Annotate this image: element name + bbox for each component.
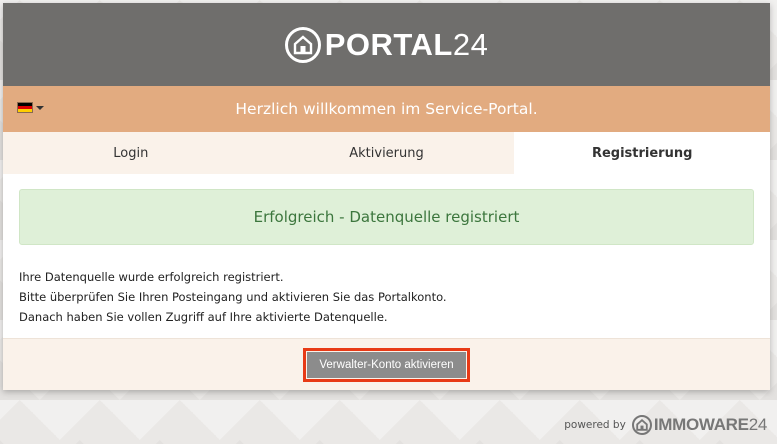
success-alert-text: Erfolgreich - Datenquelle registriert — [253, 208, 520, 226]
welcome-bar: Herzlich willkommen im Service-Portal. — [3, 86, 770, 132]
house-icon — [284, 26, 321, 63]
portal-header: PORTAL24 — [3, 3, 770, 86]
portal-card: PORTAL24 Herzlich willkommen im Service-… — [3, 3, 771, 390]
message-line: Ihre Datenquelle wurde erfolgreich regis… — [19, 270, 284, 284]
tab-aktivierung[interactable]: Aktivierung — [259, 132, 515, 174]
success-alert: Erfolgreich - Datenquelle registriert — [19, 189, 754, 245]
main-content: Erfolgreich - Datenquelle registriert Ih… — [3, 174, 770, 327]
language-selector[interactable] — [17, 102, 44, 113]
powered-by: powered by IMMOWARE24 — [564, 415, 767, 435]
welcome-text: Herzlich willkommen im Service-Portal. — [235, 100, 538, 118]
activate-account-button[interactable]: Verwalter-Konto aktivieren — [303, 347, 470, 382]
powered-by-label: powered by — [564, 419, 626, 431]
tab-login[interactable]: Login — [3, 132, 259, 174]
card-footer: Verwalter-Konto aktivieren — [3, 338, 770, 390]
message-line: Bitte überprüfen Sie Ihren Posteingang u… — [19, 290, 447, 304]
logo-wordmark: PORTAL24 — [324, 26, 489, 62]
immoware24-wordmark: IMMOWARE24 — [653, 415, 767, 434]
registration-message: Ihre Datenquelle wurde erfolgreich regis… — [19, 267, 754, 327]
house-icon — [631, 415, 652, 435]
tab-bar: Login Aktivierung Registrierung — [3, 132, 771, 174]
immoware24-logo[interactable]: IMMOWARE24 — [631, 415, 767, 435]
portal24-logo: PORTAL24 — [284, 26, 489, 63]
tab-registrierung[interactable]: Registrierung — [514, 132, 771, 174]
message-line: Danach haben Sie vollen Zugriff auf Ihre… — [19, 310, 388, 324]
flag-germany-icon — [17, 102, 33, 113]
chevron-down-icon — [36, 105, 44, 110]
